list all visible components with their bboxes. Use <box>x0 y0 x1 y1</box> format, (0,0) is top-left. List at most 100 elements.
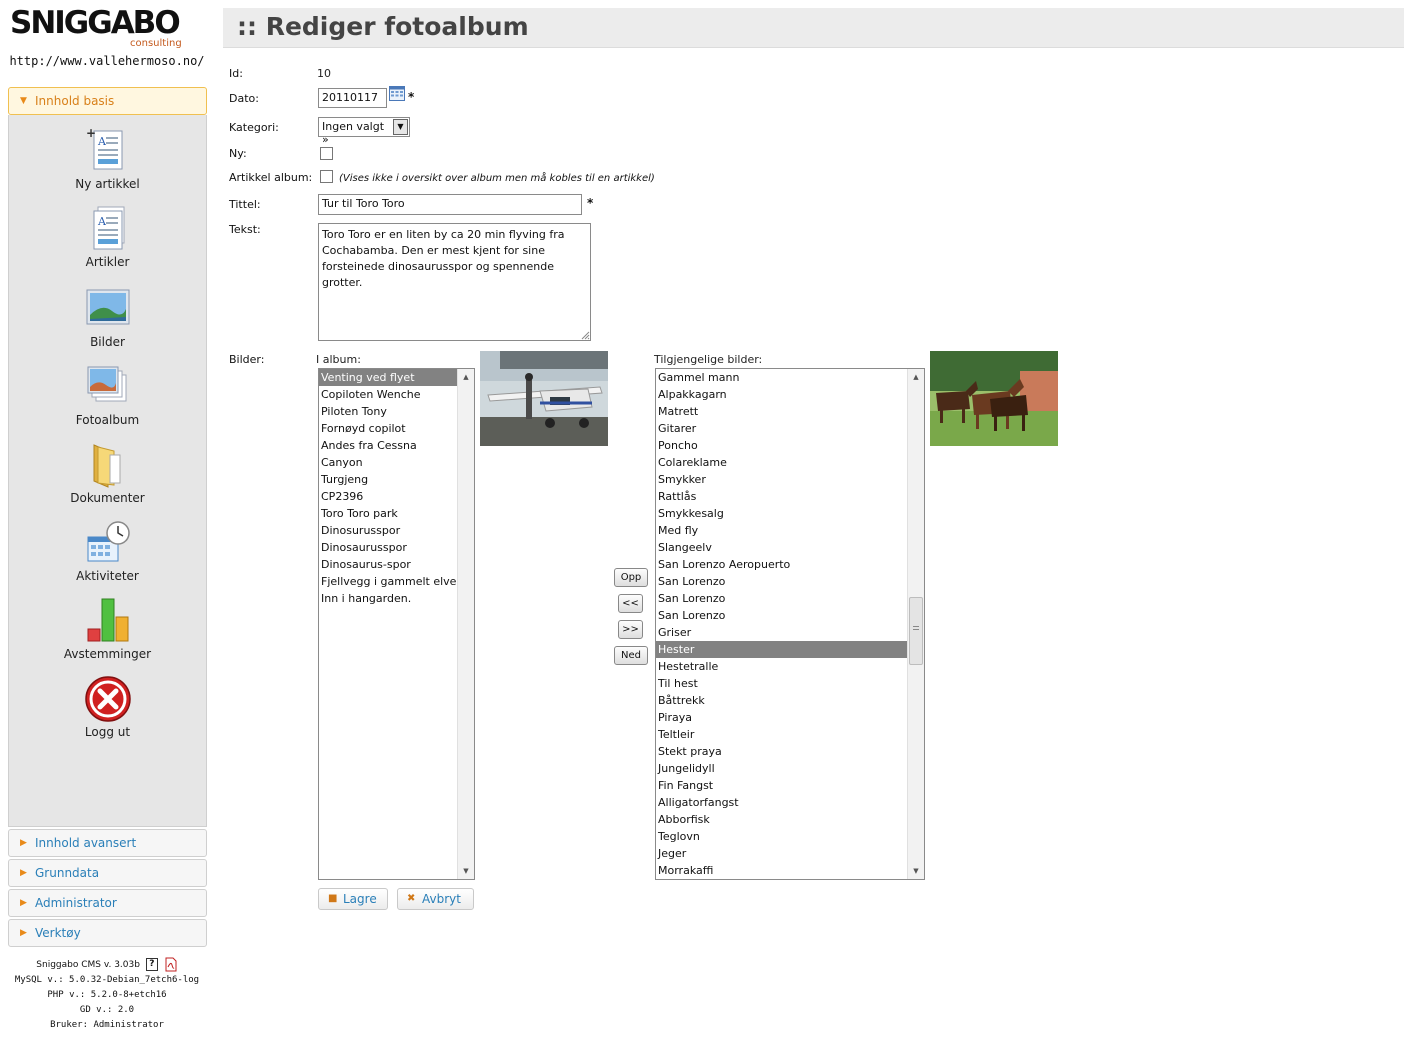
in-album-listbox[interactable]: Venting ved flyet Copiloten Wenche Piloten… <box>318 368 475 880</box>
list-item[interactable]: Fjellvegg i gammelt elveleie <box>319 573 457 590</box>
available-scrollbar[interactable]: ▲ ▼ <box>907 369 924 879</box>
list-item[interactable]: Canyon <box>319 454 457 471</box>
article-album-checkbox[interactable] <box>320 170 333 183</box>
list-item[interactable]: Slangeelv <box>656 539 907 556</box>
list-item[interactable]: Teglovn <box>656 828 907 845</box>
title-input[interactable]: Tur til Toro Toro <box>318 194 582 215</box>
section-administrator[interactable]: ▶ Administrator <box>8 889 207 917</box>
available-items: Gammel mann Alpakkagarn Matrett Gitarer Ponc… <box>656 369 907 879</box>
section-innhold-avansert[interactable]: ▶ Innhold avansert <box>8 829 207 857</box>
nav-item-artikler[interactable]: A Artikler <box>9 205 206 269</box>
section-grunndata[interactable]: ▶ Grunndata <box>8 859 207 887</box>
list-item[interactable]: Dinosaurus-spor <box>319 556 457 573</box>
nav-item-logg-ut[interactable]: Logg ut <box>9 675 206 739</box>
scroll-down-icon[interactable]: ▼ <box>908 863 924 879</box>
required-mark: * <box>587 196 594 210</box>
list-item[interactable]: Griser <box>656 624 907 641</box>
list-item[interactable]: Rattlås <box>656 488 907 505</box>
nav-item-label: Ny artikkel <box>75 177 140 191</box>
list-item[interactable]: Copiloten Wenche <box>319 386 457 403</box>
nav-item-fotoalbum[interactable]: Fotoalbum <box>9 363 206 427</box>
bar-chart-icon <box>84 597 132 645</box>
list-item[interactable]: San Lorenzo <box>656 573 907 590</box>
nav-item-aktiviteter[interactable]: Aktiviteter <box>9 519 206 583</box>
list-item[interactable]: Teltleir <box>656 726 907 743</box>
list-item[interactable]: Poncho <box>656 437 907 454</box>
calendar-picker-icon[interactable] <box>389 86 405 101</box>
id-label: Id: <box>229 67 243 80</box>
list-item[interactable]: San Lorenzo <box>656 607 907 624</box>
chevron-right-icon: ▶ <box>20 928 27 938</box>
nav-item-label: Aktiviteter <box>76 569 139 583</box>
list-item[interactable]: Fornøyd copilot <box>319 420 457 437</box>
list-item[interactable]: Andes fra Cessna <box>319 437 457 454</box>
available-images-listbox[interactable]: Gammel mann Alpakkagarn Matrett Gitarer Ponc… <box>655 368 925 880</box>
pdf-icon[interactable] <box>164 957 178 972</box>
nav-item-avstemminger[interactable]: Avstemminger <box>9 597 206 661</box>
nav-item-dokumenter[interactable]: Dokumenter <box>9 441 206 505</box>
folder-icon <box>84 441 132 489</box>
list-item[interactable]: Smykkesalg <box>656 505 907 522</box>
list-item[interactable]: Piloten Tony <box>319 403 457 420</box>
cancel-button[interactable]: ✖ Avbryt <box>397 888 474 910</box>
list-item[interactable]: Abborfisk <box>656 811 907 828</box>
list-item[interactable]: Alligatorfangst <box>656 794 907 811</box>
list-item[interactable]: San Lorenzo Aeropuerto <box>656 556 907 573</box>
category-select[interactable]: Ingen valgt » ▼ <box>318 117 410 146</box>
move-down-button[interactable]: Ned <box>614 646 648 665</box>
list-item[interactable]: Jeger <box>656 845 907 862</box>
list-item[interactable]: Fin Fangst <box>656 777 907 794</box>
list-item[interactable]: Alpakkagarn <box>656 386 907 403</box>
list-item[interactable]: Jungelidyll <box>656 760 907 777</box>
scrollbar-thumb[interactable] <box>909 597 923 665</box>
date-input[interactable]: 20110117 <box>318 88 387 108</box>
new-article-icon: A + <box>84 126 132 175</box>
list-item[interactable]: Smykker <box>656 471 907 488</box>
nav-item-bilder[interactable]: Bilder <box>9 285 206 349</box>
save-button[interactable]: ■ Lagre <box>318 888 388 910</box>
list-item[interactable]: Morrakaffi <box>656 862 907 879</box>
list-item[interactable]: Toro Toro park <box>319 505 457 522</box>
nav-item-ny-artikkel[interactable]: A + Ny artikkel <box>9 126 206 191</box>
move-up-button[interactable]: Opp <box>614 568 648 587</box>
list-item[interactable]: Dinosaurusspor <box>319 539 457 556</box>
svg-text:A: A <box>97 215 107 228</box>
help-icon[interactable]: ? <box>145 958 158 971</box>
in-album-scrollbar[interactable]: ▲ ▼ <box>457 369 474 879</box>
site-url-link[interactable]: http://www.vallehermoso.no/ <box>0 54 214 68</box>
scroll-down-icon[interactable]: ▼ <box>458 863 474 879</box>
page-title: :: Rediger fotoalbum <box>237 12 529 41</box>
list-item[interactable]: CP2396 <box>319 488 457 505</box>
list-item[interactable]: Båttrekk <box>656 692 907 709</box>
list-item[interactable]: Turgjeng <box>319 471 457 488</box>
list-item[interactable]: Dinosurusspor <box>319 522 457 539</box>
list-item[interactable]: Matrett <box>656 403 907 420</box>
available-label: Tilgjengelige bilder: <box>654 353 763 366</box>
list-item[interactable]: Piraya <box>656 709 907 726</box>
resize-grip-icon[interactable] <box>580 330 590 340</box>
text-textarea[interactable]: Toro Toro er en liten by ca 20 min flyvi… <box>318 223 591 341</box>
list-item[interactable]: Hester <box>656 641 907 658</box>
chevron-down-icon: ▼ <box>20 96 27 106</box>
sidebar: SNIGGABO consulting http://www.valleherm… <box>0 0 214 1055</box>
add-to-album-button[interactable]: << <box>618 594 643 613</box>
list-item[interactable]: Hestetralle <box>656 658 907 675</box>
scroll-up-icon[interactable]: ▲ <box>908 369 924 385</box>
list-item[interactable]: Stekt praya <box>656 743 907 760</box>
list-item[interactable]: Til hest <box>656 675 907 692</box>
scroll-up-icon[interactable]: ▲ <box>458 369 474 385</box>
section-innhold-basis[interactable]: ▼ Innhold basis <box>8 87 207 115</box>
section-verktoy[interactable]: ▶ Verktøy <box>8 919 207 947</box>
current-user: Bruker: Administrator <box>50 1020 164 1030</box>
list-item[interactable]: San Lorenzo <box>656 590 907 607</box>
list-item[interactable]: Med fly <box>656 522 907 539</box>
list-item[interactable]: Gitarer <box>656 420 907 437</box>
remove-from-album-button[interactable]: >> <box>618 620 643 639</box>
title-label: Tittel: <box>229 198 261 211</box>
save-icon: ■ <box>328 893 338 904</box>
list-item[interactable]: Venting ved flyet <box>319 369 457 386</box>
new-checkbox[interactable] <box>320 147 333 160</box>
list-item[interactable]: Colareklame <box>656 454 907 471</box>
list-item[interactable]: Gammel mann <box>656 369 907 386</box>
list-item[interactable]: Inn i hangarden. <box>319 590 457 607</box>
